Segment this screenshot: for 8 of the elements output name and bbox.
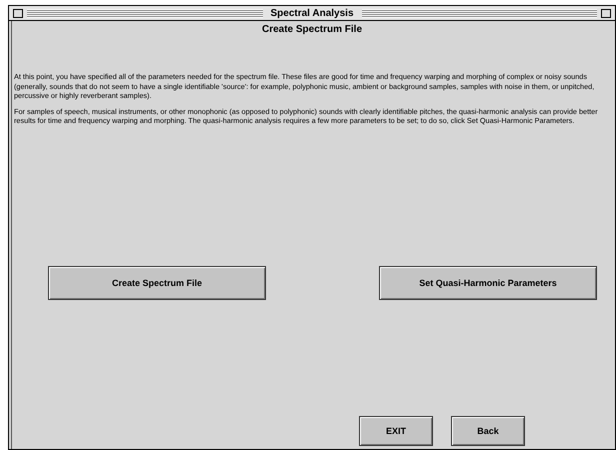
- action-button[interactable]: Set Quasi-Harmonic Parameters: [379, 266, 597, 300]
- action-button[interactable]: Create Spectrum File: [48, 266, 266, 300]
- back-button[interactable]: Back: [451, 416, 525, 446]
- page-heading: Create Spectrum File: [260, 24, 364, 35]
- close-box[interactable]: [13, 8, 23, 18]
- window-title: Spectral Analysis: [270, 8, 355, 18]
- exit-button[interactable]: EXIT: [359, 416, 433, 446]
- zoom-box[interactable]: [601, 8, 612, 18]
